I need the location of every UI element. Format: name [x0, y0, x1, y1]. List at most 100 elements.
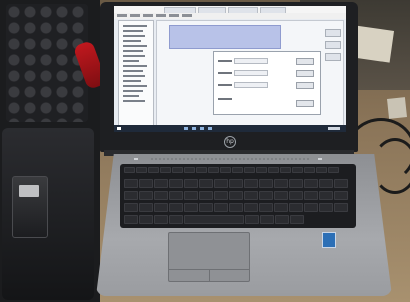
taskbar-app-icon[interactable] — [184, 127, 188, 130]
keyboard-key[interactable] — [184, 167, 195, 173]
keyboard-key[interactable] — [184, 191, 198, 200]
keyboard-key[interactable] — [154, 191, 168, 200]
keyboard-key[interactable] — [244, 203, 258, 212]
menu-item[interactable] — [169, 14, 179, 17]
menu-item[interactable] — [130, 14, 140, 17]
keyboard-key[interactable] — [154, 215, 168, 224]
keyboard-key[interactable] — [316, 167, 327, 173]
keyboard-key[interactable] — [280, 167, 291, 173]
side-button[interactable] — [325, 29, 341, 37]
keyboard-key[interactable] — [169, 179, 183, 188]
keyboard-key[interactable] — [139, 191, 153, 200]
keyboard-key[interactable] — [244, 167, 255, 173]
keyboard-key[interactable] — [244, 179, 258, 188]
tree-item[interactable] — [123, 25, 147, 27]
keyboard-key[interactable] — [259, 203, 273, 212]
keyboard-key[interactable] — [304, 179, 318, 188]
keyboard-key[interactable] — [229, 191, 243, 200]
tree-item[interactable] — [123, 50, 143, 52]
keyboard-key[interactable] — [199, 191, 213, 200]
keyboard-key[interactable] — [169, 191, 183, 200]
menu-item[interactable] — [143, 14, 153, 17]
keyboard-key[interactable] — [136, 167, 147, 173]
keyboard-key[interactable] — [319, 203, 333, 212]
text-field[interactable] — [234, 82, 268, 88]
keyboard-key[interactable] — [169, 203, 183, 212]
keyboard-key[interactable] — [172, 167, 183, 173]
tree-item[interactable] — [123, 30, 143, 32]
keyboard-key[interactable] — [148, 167, 159, 173]
tree-item[interactable] — [123, 65, 147, 67]
keyboard-key[interactable] — [124, 191, 138, 200]
tree-item[interactable] — [123, 40, 141, 42]
dialog-button[interactable] — [296, 70, 314, 77]
keyboard-key[interactable] — [304, 191, 318, 200]
tree-item[interactable] — [123, 75, 145, 77]
keyboard-key[interactable] — [220, 167, 231, 173]
keyboard-key[interactable] — [319, 191, 333, 200]
keyboard-key[interactable] — [319, 179, 333, 188]
keyboard-key[interactable] — [232, 167, 243, 173]
keyboard-key[interactable] — [139, 215, 153, 224]
keyboard-key[interactable] — [184, 179, 198, 188]
keyboard-key[interactable] — [274, 191, 288, 200]
keyboard-key[interactable] — [208, 167, 219, 173]
keyboard-key[interactable] — [214, 203, 228, 212]
keyboard-key[interactable] — [268, 167, 279, 173]
keyboard-key[interactable] — [259, 179, 273, 188]
keyboard-key[interactable] — [259, 191, 273, 200]
keyboard-key[interactable] — [290, 215, 304, 224]
menu-item[interactable] — [156, 14, 166, 17]
keyboard-key[interactable] — [274, 179, 288, 188]
keyboard-key[interactable] — [256, 167, 267, 173]
text-field[interactable] — [234, 58, 268, 64]
keyboard-key[interactable] — [139, 179, 153, 188]
dialog-button[interactable] — [296, 100, 314, 107]
menu-item[interactable] — [117, 14, 127, 17]
keyboard-key[interactable] — [328, 167, 339, 173]
keyboard-key[interactable] — [124, 215, 138, 224]
tree-item[interactable] — [123, 55, 145, 57]
start-icon[interactable] — [117, 127, 121, 130]
tree-item[interactable] — [123, 100, 145, 102]
clock-icon[interactable] — [328, 127, 340, 130]
keyboard-key[interactable] — [124, 203, 138, 212]
keyboard-key[interactable] — [334, 191, 348, 200]
taskbar-app-icon[interactable] — [208, 127, 212, 130]
keyboard-key[interactable] — [196, 167, 207, 173]
keyboard-key[interactable] — [244, 191, 258, 200]
keyboard-key[interactable] — [214, 179, 228, 188]
dialog-button[interactable] — [296, 82, 314, 89]
tree-item[interactable] — [123, 80, 141, 82]
keyboard-key[interactable] — [334, 203, 348, 212]
tree-item[interactable] — [123, 85, 147, 87]
keyboard-key[interactable] — [184, 203, 198, 212]
tree-item[interactable] — [123, 35, 145, 37]
keyboard-key[interactable] — [289, 203, 303, 212]
touchpad[interactable] — [168, 232, 250, 282]
tree-item[interactable] — [123, 90, 143, 92]
keyboard-key[interactable] — [169, 215, 183, 224]
tree-item[interactable] — [123, 45, 147, 47]
side-button[interactable] — [325, 41, 341, 49]
keyboard-key[interactable] — [292, 167, 303, 173]
keyboard-key[interactable] — [160, 167, 171, 173]
taskbar-app-icon[interactable] — [200, 127, 204, 130]
keyboard-key[interactable] — [154, 203, 168, 212]
tree-item[interactable] — [123, 95, 139, 97]
keyboard[interactable] — [120, 164, 356, 228]
side-button[interactable] — [325, 53, 341, 61]
keyboard-key[interactable] — [304, 167, 315, 173]
keyboard-key[interactable] — [124, 179, 138, 188]
keyboard-key[interactable] — [199, 179, 213, 188]
keyboard-key[interactable] — [275, 215, 289, 224]
keyboard-key[interactable] — [245, 215, 259, 224]
keyboard-key[interactable] — [229, 203, 243, 212]
keyboard-key[interactable] — [229, 179, 243, 188]
keyboard-key[interactable] — [274, 203, 288, 212]
keyboard-key[interactable] — [289, 191, 303, 200]
keyboard-key[interactable] — [184, 215, 244, 224]
keyboard-key[interactable] — [199, 203, 213, 212]
keyboard-key[interactable] — [124, 167, 135, 173]
keyboard-key[interactable] — [334, 179, 348, 188]
